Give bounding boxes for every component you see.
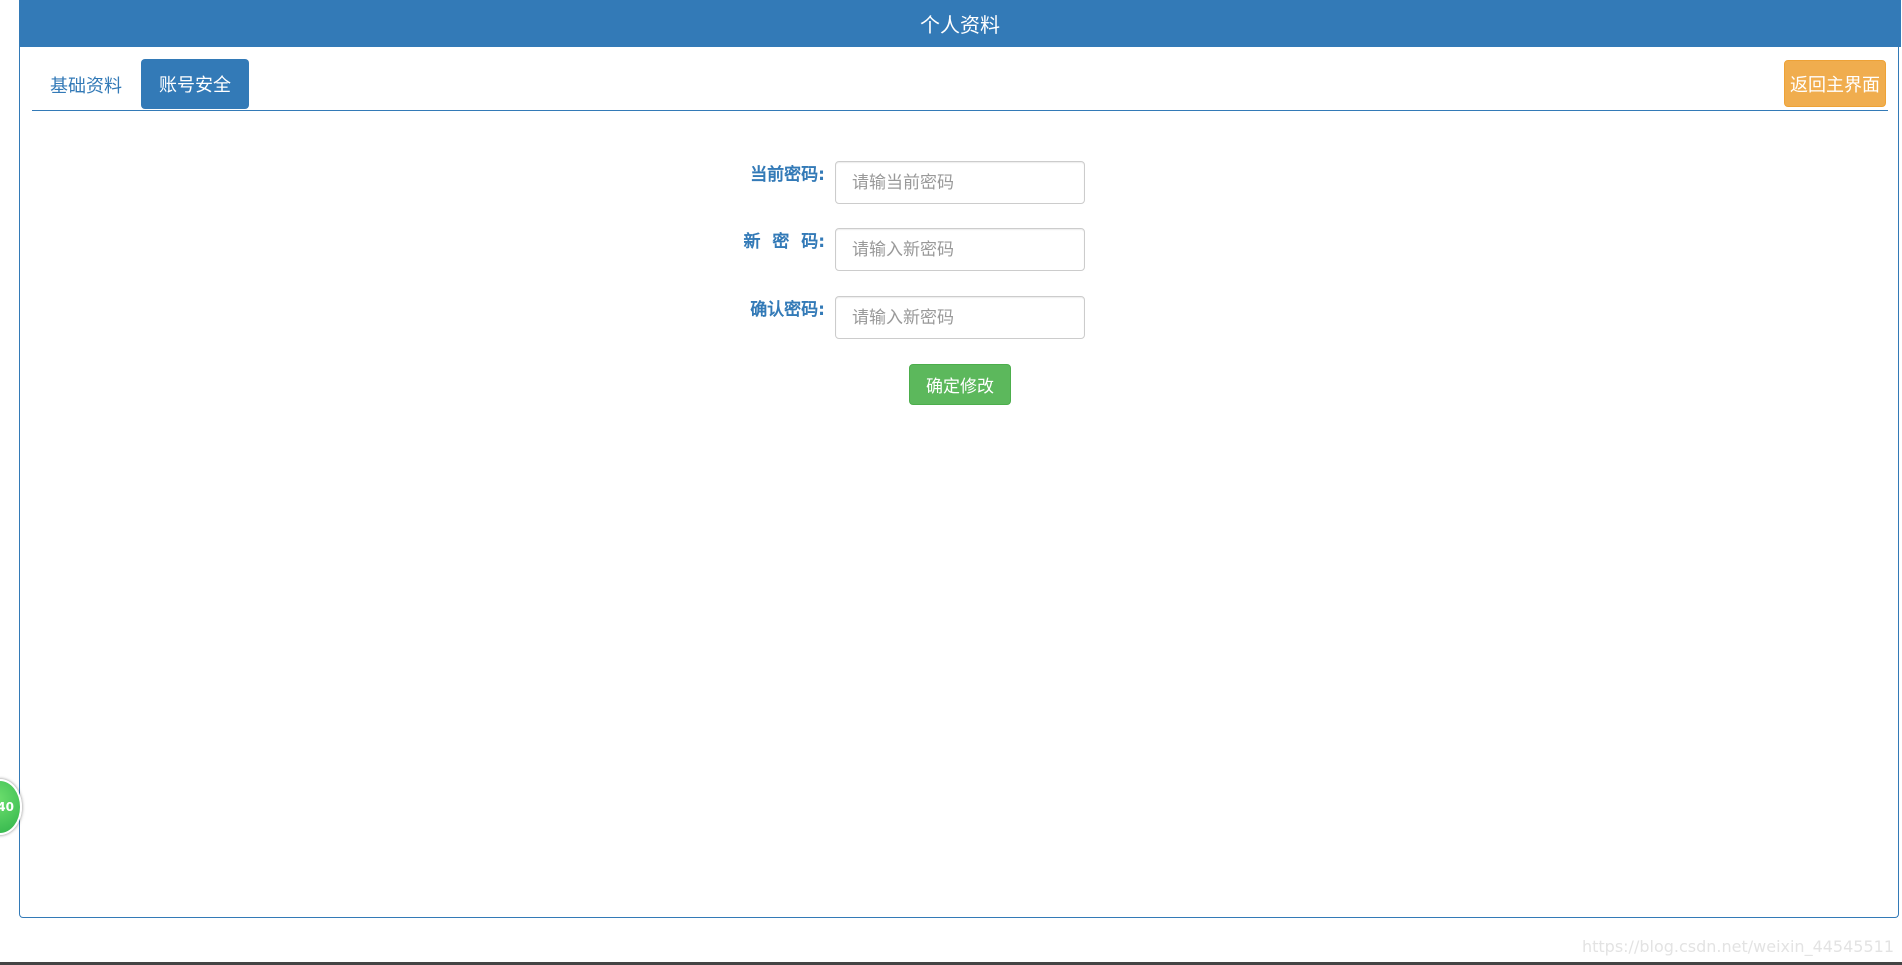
current-password-row: 当前密码: (700, 161, 1100, 204)
page-title: 个人资料 (19, 0, 1901, 47)
new-password-row: 新 密 码: (700, 228, 1100, 271)
watermark: https://blog.csdn.net/weixin_44545511 (1581, 937, 1894, 956)
tab-account-security[interactable]: 账号安全 (141, 59, 249, 109)
new-password-label: 新 密 码: (743, 232, 825, 252)
current-password-label: 当前密码: (750, 165, 825, 185)
tab-bar: 基础资料 账号安全 (32, 59, 1888, 111)
current-password-input[interactable] (835, 161, 1085, 204)
confirm-password-label: 确认密码: (750, 300, 825, 320)
confirm-password-row: 确认密码: (700, 296, 1100, 339)
profile-panel: 个人资料 基础资料 账号安全 返回主界面 (19, 0, 1901, 918)
back-to-main-button[interactable]: 返回主界面 (1784, 60, 1886, 107)
confirm-change-button[interactable]: 确定修改 (909, 364, 1011, 405)
tab-basic-info[interactable]: 基础资料 (32, 59, 140, 110)
confirm-password-input[interactable] (835, 296, 1085, 339)
new-password-input[interactable] (835, 228, 1085, 271)
